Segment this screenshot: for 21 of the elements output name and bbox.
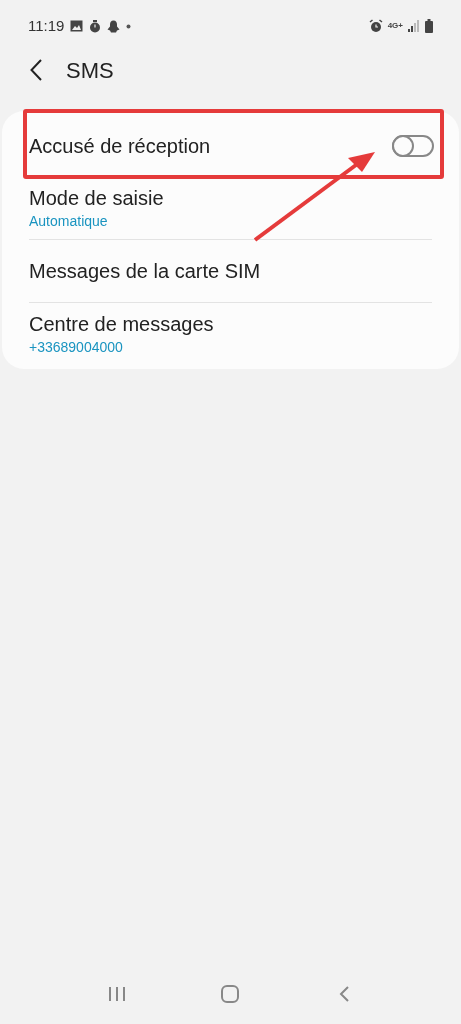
dot-icon: [126, 23, 132, 29]
status-time: 11:19: [28, 15, 65, 36]
alarm-icon: [368, 19, 383, 33]
setting-title: Mode de saisie: [29, 186, 164, 211]
signal-icon: [408, 20, 420, 32]
network-type: 4G+: [387, 22, 403, 30]
toggle-switch[interactable]: [392, 135, 434, 157]
back-icon: [30, 59, 42, 81]
recent-apps-icon: [107, 986, 126, 1002]
home-icon: [220, 984, 241, 1004]
setting-value: +33689004000: [29, 338, 124, 357]
back-icon: [338, 985, 351, 1003]
battery-icon: [425, 19, 433, 33]
ghost-icon: [107, 19, 121, 33]
setting-title: Accusé de réception: [29, 134, 211, 159]
setting-value: Automatique: [29, 212, 109, 231]
setting-title: Centre de messages: [29, 312, 214, 337]
gallery-icon: [70, 20, 84, 32]
page-title: SMS: [66, 56, 114, 85]
stopwatch-icon: [89, 19, 102, 33]
setting-title: Messages de la carte SIM: [29, 259, 261, 284]
